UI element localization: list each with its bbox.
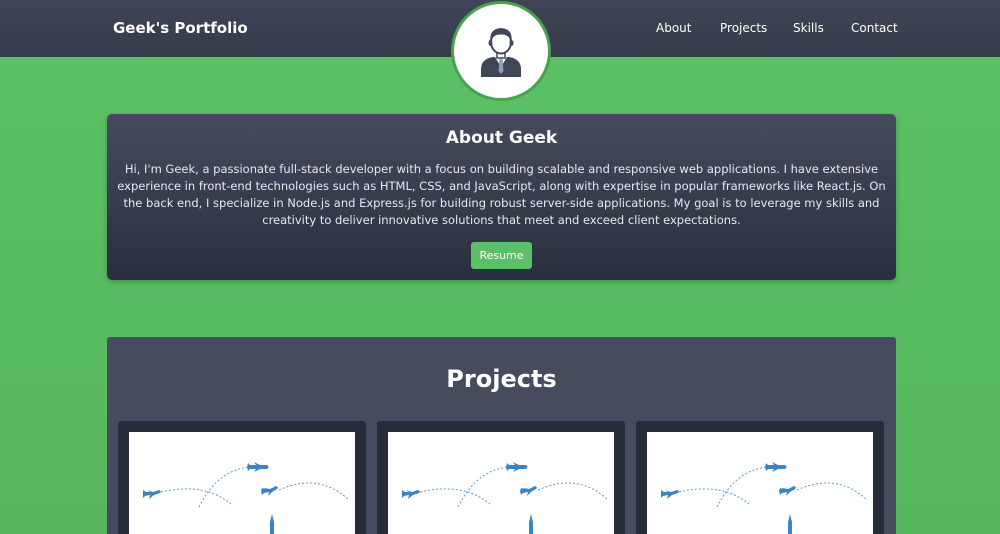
travel-planes-illustration [143,462,350,534]
project-card[interactable] [377,421,625,534]
project-image [647,432,873,534]
project-image [388,432,614,534]
about-description: Hi, I'm Geek, a passionate full-stack de… [117,162,886,227]
resume-button[interactable]: Resume [471,242,532,269]
travel-planes-illustration [402,462,609,534]
project-card[interactable] [636,421,884,534]
projects-title: Projects [446,365,557,393]
project-image [129,432,355,534]
about-title: About Geek [445,128,558,148]
nav-link-contact[interactable]: Contact [851,0,898,57]
project-card[interactable] [118,421,366,534]
nav-link-about[interactable]: About [656,0,691,57]
nav-link-skills[interactable]: Skills [793,0,824,57]
travel-planes-illustration [661,462,868,534]
avatar [451,1,551,101]
brand-logo-text[interactable]: Geek's Portfolio [113,0,248,57]
projects-section: Projects [107,337,896,534]
about-card: About Geek Hi, I'm Geek, a passionate fu… [107,114,896,280]
user-avatar-icon [481,28,521,77]
nav-link-projects[interactable]: Projects [720,0,767,57]
